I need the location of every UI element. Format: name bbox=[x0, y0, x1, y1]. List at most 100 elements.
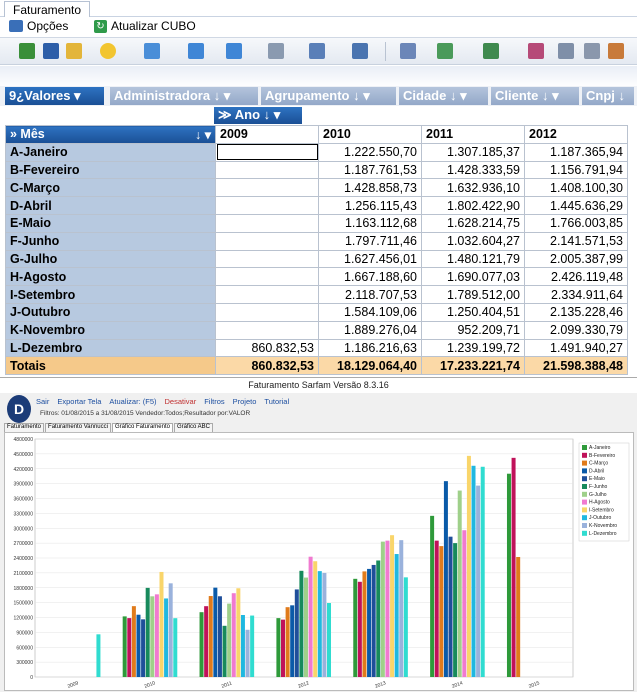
refresh-button[interactable]: Atualizar: (F5) bbox=[109, 397, 156, 409]
layout-icon[interactable] bbox=[309, 43, 325, 59]
pivot-cell[interactable]: 1.163.112,68 bbox=[318, 213, 422, 233]
row-header[interactable]: I-Setembro bbox=[5, 285, 216, 304]
row-header[interactable]: C-Março bbox=[5, 178, 216, 198]
filter-administradora[interactable]: Administradora ↓ ▾ bbox=[110, 87, 258, 105]
pivot-cell[interactable]: 1.428.333,59 bbox=[421, 160, 525, 180]
pivot-cell[interactable]: 1.667.188,60 bbox=[318, 267, 422, 287]
pivot-cell[interactable]: 2.099.330,79 bbox=[524, 320, 628, 340]
new-icon[interactable] bbox=[19, 43, 35, 59]
pivot-cell[interactable] bbox=[215, 213, 319, 233]
pivot-cell[interactable]: 2.118.707,53 bbox=[318, 285, 422, 304]
pivot-cell[interactable]: 2.135.228,46 bbox=[524, 302, 628, 322]
filter-cnpj[interactable]: Cnpj ↓ bbox=[582, 87, 634, 105]
row-field-mes[interactable]: » Mês ↓ ▾ bbox=[5, 125, 216, 144]
pivot-cell[interactable]: 1.032.604,27 bbox=[421, 231, 525, 251]
pivot-cell[interactable]: 1.632.936,10 bbox=[421, 178, 525, 198]
filter-agrupamento[interactable]: Agrupamento ↓ ▾ bbox=[261, 87, 396, 105]
print-icon[interactable] bbox=[400, 43, 416, 59]
values-field[interactable]: 9¿Valores ▾ bbox=[5, 87, 104, 105]
pivot-cell[interactable]: 1.222.550,70 bbox=[318, 142, 422, 162]
pivot-cell[interactable] bbox=[215, 160, 319, 180]
pivot-cell[interactable]: 1.186.216,63 bbox=[318, 338, 422, 358]
plus-icon[interactable] bbox=[226, 43, 242, 59]
pivot-cell[interactable] bbox=[215, 196, 319, 215]
star-icon[interactable] bbox=[100, 43, 116, 59]
column-field-ano[interactable]: ≫ Ano ↓ ▾ bbox=[214, 107, 302, 124]
pivot-cell[interactable] bbox=[215, 302, 319, 322]
pivot-cell[interactable] bbox=[215, 249, 319, 269]
pivot-cell[interactable]: 1.445.636,29 bbox=[524, 196, 628, 215]
pivot-cell[interactable]: 1.156.791,94 bbox=[524, 160, 628, 180]
columns-icon[interactable] bbox=[584, 43, 600, 59]
row-header[interactable]: L-Dezembro bbox=[5, 338, 216, 358]
tab-faturamento[interactable]: Faturamento bbox=[4, 1, 91, 18]
row-header[interactable]: D-Abril bbox=[5, 196, 216, 215]
pivot-cell[interactable]: 1.797.711,46 bbox=[318, 231, 422, 251]
expand-icon[interactable] bbox=[144, 43, 160, 59]
deactivate-button[interactable]: Desativar bbox=[165, 397, 197, 409]
pivot-cell[interactable]: 1.239.199,72 bbox=[421, 338, 525, 358]
pivot-cell[interactable]: 1.802.422,90 bbox=[421, 196, 525, 215]
tutorial-button[interactable]: Tutorial bbox=[264, 397, 289, 409]
pivot-cell[interactable] bbox=[215, 267, 319, 287]
project-button[interactable]: Projeto bbox=[233, 397, 257, 409]
row-header[interactable]: J-Outubro bbox=[5, 302, 216, 322]
row-header[interactable]: E-Maio bbox=[5, 213, 216, 233]
col-header-2010[interactable]: 2010 bbox=[318, 125, 422, 144]
pivot-cell[interactable]: 1.491.940,27 bbox=[524, 338, 628, 358]
pivot-cell[interactable]: 1.428.858,73 bbox=[318, 178, 422, 198]
pivot-cell[interactable]: 952.209,71 bbox=[421, 320, 525, 340]
col-header-2012[interactable]: 2012 bbox=[524, 125, 628, 144]
pivot-cell[interactable]: 1.789.512,00 bbox=[421, 285, 525, 304]
pivot-cell[interactable]: 2.141.571,53 bbox=[524, 231, 628, 251]
row-header[interactable]: H-Agosto bbox=[5, 267, 216, 287]
filters-button[interactable]: Filtros bbox=[204, 397, 224, 409]
pivot-cell[interactable]: 860.832,53 bbox=[215, 338, 319, 358]
clear-grid-icon[interactable] bbox=[268, 43, 284, 59]
pivot-cell[interactable]: 1.584.109,06 bbox=[318, 302, 422, 322]
pivot-cell[interactable]: 2.334.911,64 bbox=[524, 285, 628, 304]
pivot-cell[interactable] bbox=[215, 142, 319, 162]
pivot-cell[interactable] bbox=[215, 320, 319, 340]
image-icon[interactable] bbox=[483, 43, 499, 59]
pivot-cell[interactable]: 1.889.276,04 bbox=[318, 320, 422, 340]
bar-j-outubro bbox=[317, 571, 322, 677]
pivot-cell[interactable]: 1.627.456,01 bbox=[318, 249, 422, 269]
pivot-cell[interactable]: 2.005.387,99 bbox=[524, 249, 628, 269]
pivot-cell[interactable]: 1.187.761,53 bbox=[318, 160, 422, 180]
chart-icon[interactable] bbox=[352, 43, 368, 59]
exit-button[interactable]: Sair bbox=[36, 397, 49, 409]
refresh-cube-button[interactable]: ↻ Atualizar CUBO bbox=[94, 19, 196, 33]
save-icon[interactable] bbox=[43, 43, 59, 59]
pivot-cell[interactable]: 2.426.119,48 bbox=[524, 267, 628, 287]
row-header[interactable]: K-Novembro bbox=[5, 320, 216, 340]
row-header[interactable]: A-Janeiro bbox=[5, 142, 216, 162]
pivot-cell[interactable]: 1.628.214,75 bbox=[421, 213, 525, 233]
pivot-cell[interactable] bbox=[215, 178, 319, 198]
filter-cidade[interactable]: Cidade ↓ ▾ bbox=[399, 87, 488, 105]
pivot-cell[interactable]: 1.766.003,85 bbox=[524, 213, 628, 233]
filter-cliente[interactable]: Cliente ↓ ▾ bbox=[491, 87, 579, 105]
collapse-icon[interactable] bbox=[188, 43, 204, 59]
pivot-cell[interactable]: 1.307.185,37 bbox=[421, 142, 525, 162]
row-header[interactable]: F-Junho bbox=[5, 231, 216, 251]
pivot-cell[interactable]: 1.480.121,79 bbox=[421, 249, 525, 269]
export-screen-button[interactable]: Exportar Tela bbox=[57, 397, 101, 409]
bar-chart-icon[interactable] bbox=[608, 43, 624, 59]
grid-icon[interactable] bbox=[558, 43, 574, 59]
pivot-cell[interactable]: 1.256.115,43 bbox=[318, 196, 422, 215]
open-folder-icon[interactable] bbox=[66, 43, 82, 59]
pivot-cell[interactable]: 1.250.404,51 bbox=[421, 302, 525, 322]
pivot-cell[interactable] bbox=[215, 285, 319, 304]
pivot-cell[interactable]: 1.187.365,94 bbox=[524, 142, 628, 162]
col-header-2009[interactable]: 2009 bbox=[215, 125, 319, 144]
pivot-cell[interactable]: 1.690.077,03 bbox=[421, 267, 525, 287]
row-header[interactable]: B-Fevereiro bbox=[5, 160, 216, 180]
export-icon[interactable] bbox=[437, 43, 453, 59]
pivot-cell[interactable]: 1.408.100,30 bbox=[524, 178, 628, 198]
row-header[interactable]: G-Julho bbox=[5, 249, 216, 269]
col-header-2011[interactable]: 2011 bbox=[421, 125, 525, 144]
pivot-cell[interactable] bbox=[215, 231, 319, 251]
filter-icon[interactable] bbox=[528, 43, 544, 59]
options-menu[interactable]: Opções bbox=[9, 19, 68, 33]
